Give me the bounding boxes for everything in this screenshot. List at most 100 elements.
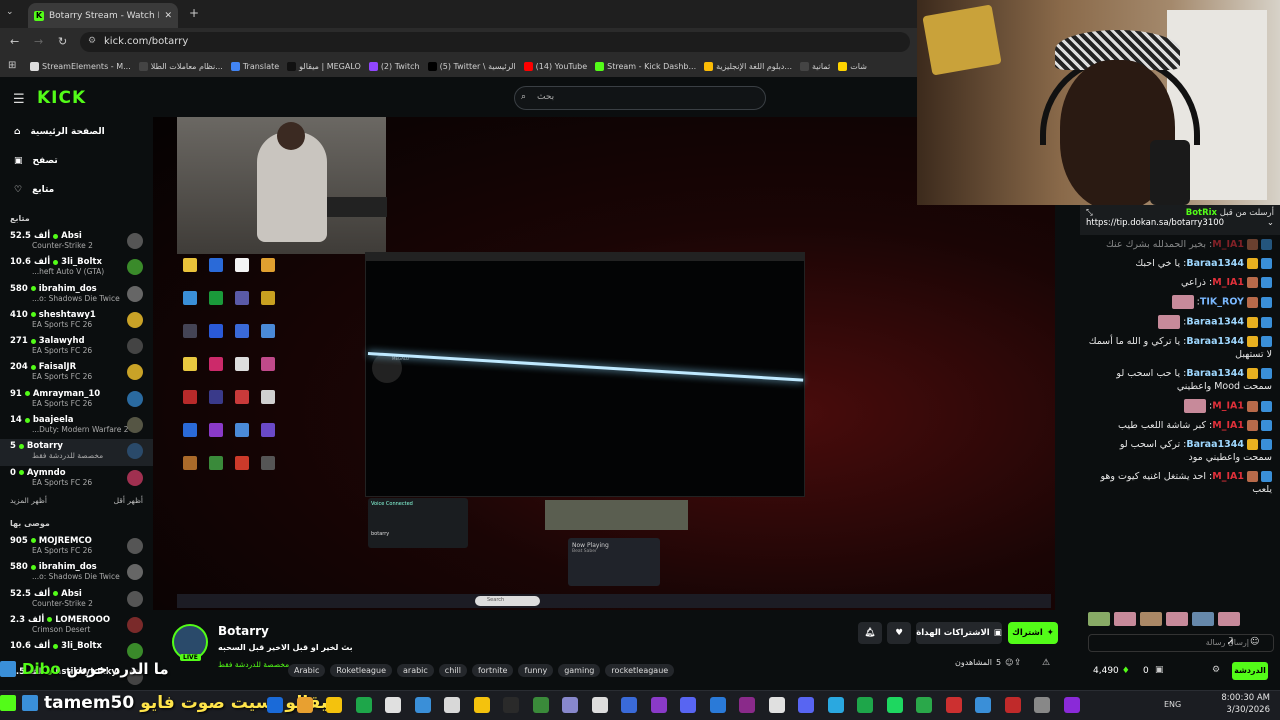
pinned-message[interactable]: ⤡ BotRix أرسلت من قبل https://tip.dokan.… xyxy=(1080,205,1280,235)
bookmark-item[interactable]: ميقالو | MEGALO xyxy=(287,62,361,71)
taskbar-app-icon[interactable] xyxy=(503,697,519,713)
follow-heart-button[interactable]: ♥ xyxy=(887,622,911,644)
taskbar-app-icon[interactable] xyxy=(355,697,372,713)
channel-item[interactable]: 91 Amrayman_10 EA Sports FC 26 xyxy=(0,387,153,413)
bookmark-item[interactable]: Translate xyxy=(230,62,279,71)
channel-item[interactable]: 10.6 ألف 3li_Boltx ...heft Auto V (GTA) xyxy=(0,255,153,281)
browser-tab[interactable]: K Botarry Stream - Watch Live on ✕ xyxy=(28,3,178,28)
bookmark-item[interactable]: دبلوم اللغة الإنجليزية... xyxy=(704,62,792,71)
channel-item[interactable]: 905 MOJREMCO EA Sports FC 26 xyxy=(0,534,153,560)
taskbar-app-icon[interactable] xyxy=(621,697,637,713)
settings-icon[interactable]: ⚙ xyxy=(1212,665,1220,675)
chat-username[interactable]: M_IA1 xyxy=(1212,420,1244,431)
language-indicator[interactable]: ENG xyxy=(1164,700,1181,709)
stream-tag[interactable]: Arabic xyxy=(288,664,326,677)
chat-username[interactable]: M_IA1 xyxy=(1212,471,1244,482)
report-icon[interactable]: ⚠ xyxy=(1042,658,1050,668)
url-field[interactable]: kick.com/botarry xyxy=(80,32,910,52)
taskbar-app-icon[interactable] xyxy=(798,697,814,713)
sidebar-nav-item[interactable]: ▣ تصفح xyxy=(0,146,153,175)
taskbar-app-icon[interactable] xyxy=(473,697,490,713)
emoji-icon[interactable]: ☺ xyxy=(1250,637,1259,647)
bookmark-item[interactable]: (5) Twitter \ الرئيسية xyxy=(427,62,516,71)
channel-item[interactable]: 580 ibrahim_dos ...o: Shadows Die Twice xyxy=(0,560,153,586)
bookmark-item[interactable]: شات xyxy=(838,62,867,71)
channel-item[interactable]: 0 Aymndo EA Sports FC 26 xyxy=(0,466,153,492)
show-less-link[interactable]: أظهر أقل xyxy=(114,496,143,505)
tab-list-icon[interactable]: ⌄ xyxy=(6,7,14,17)
chevron-down-icon[interactable]: ⌄ xyxy=(1267,218,1274,228)
taskbar-app-icon[interactable] xyxy=(532,697,549,713)
share-icon[interactable]: ⇪ xyxy=(1014,658,1022,668)
taskbar-app-icon[interactable] xyxy=(1034,697,1050,713)
chat-username[interactable]: Baraa1344 xyxy=(1186,336,1244,347)
forward-icon[interactable]: → xyxy=(34,35,43,48)
bookmark-item[interactable]: Stream - Kick Dashb... xyxy=(595,62,696,71)
chat-username[interactable]: TIK_ROY xyxy=(1200,297,1244,308)
taskbar-app-icon[interactable] xyxy=(296,697,313,713)
chat-username[interactable]: M_IA1 xyxy=(1212,401,1244,412)
stream-tag[interactable]: gaming xyxy=(558,664,601,677)
channel-item[interactable]: 2.3 ألف LOMEROOO Crimson Desert xyxy=(0,613,153,639)
chat-username[interactable]: Baraa1344 xyxy=(1186,439,1244,450)
bookmark-item[interactable]: (14) YouTube xyxy=(523,62,587,71)
taskbar-app-icon[interactable] xyxy=(709,697,726,713)
taskbar-app-icon[interactable] xyxy=(827,697,844,713)
taskbar-app-icon[interactable] xyxy=(591,697,608,713)
bookmark-item[interactable]: (2) Twitch xyxy=(368,62,420,71)
taskbar-app-icon[interactable] xyxy=(916,697,932,713)
apps-grid-icon[interactable]: ⊞ xyxy=(8,60,16,71)
tab-close-icon[interactable]: ✕ xyxy=(164,11,172,21)
chat-send-button[interactable]: الدردشة xyxy=(1232,662,1268,680)
notification-bell-button[interactable]: 🔔︎ xyxy=(858,622,882,644)
channel-item[interactable]: 14 baajeela ...Duty: Modern Warfare 2 xyxy=(0,413,153,439)
taskbar-app-icon[interactable] xyxy=(1004,697,1021,713)
taskbar-app-icon[interactable] xyxy=(650,697,667,713)
taskbar-app-icon[interactable] xyxy=(680,697,696,713)
channel-item[interactable]: 5 Botarry مخصصة للدردشة فقط xyxy=(0,439,153,466)
search-input[interactable]: بحث xyxy=(514,86,766,110)
streamer-name[interactable]: Botarry xyxy=(218,624,269,638)
taskbar-app-icon[interactable] xyxy=(414,697,431,713)
subscribe-button[interactable]: اشتراك ✦ xyxy=(1008,622,1058,644)
taskbar-app-icon[interactable] xyxy=(444,697,460,713)
taskbar-app-icon[interactable] xyxy=(768,697,785,713)
stream-tag[interactable]: arabic xyxy=(397,664,434,677)
new-tab-icon[interactable]: + xyxy=(189,6,199,20)
bookmark-item[interactable]: StreamElements - M... xyxy=(30,62,131,71)
bookmark-item[interactable]: نظام معاملات الطلا... xyxy=(138,62,223,71)
channel-item[interactable]: 410 sheshtawy1 EA Sports FC 26 xyxy=(0,308,153,334)
points-display[interactable]: 4,490 ♦ xyxy=(1093,666,1130,676)
taskbar-app-icon[interactable] xyxy=(857,697,873,713)
translate-icon[interactable]: Ꮨ xyxy=(1228,637,1233,647)
chat-username[interactable]: Baraa1344 xyxy=(1186,258,1244,269)
back-icon[interactable]: ← xyxy=(10,35,19,48)
sidebar-nav-item[interactable]: ♡ متابع xyxy=(0,175,153,204)
channel-item[interactable]: 52.5 ألف Absi Counter-Strike 2 xyxy=(0,587,153,613)
stream-tag[interactable]: fortnite xyxy=(471,664,514,677)
system-clock[interactable]: 8:00:30 AM 3/30/2026 xyxy=(1200,692,1270,716)
taskbar-app-icon[interactable] xyxy=(326,697,342,713)
reload-icon[interactable]: ↻ xyxy=(58,35,67,48)
taskbar-app-icon[interactable] xyxy=(739,697,755,713)
chat-username[interactable]: Baraa1344 xyxy=(1186,317,1244,328)
sidebar-nav-item[interactable]: ⌂ الصفحة الرئيسية xyxy=(0,117,153,146)
stream-tag[interactable]: funny xyxy=(518,664,554,677)
taskbar-app-icon[interactable] xyxy=(385,697,401,713)
kick-logo[interactable]: KICK xyxy=(37,88,86,108)
taskbar-app-icon[interactable] xyxy=(1063,697,1080,713)
gift-subs-button[interactable]: الاشتراكات الهداة ▣ xyxy=(916,622,1002,644)
channel-item[interactable]: 52.5 ألف Absi Counter-Strike 2 xyxy=(0,229,153,255)
channel-item[interactable]: 204 FaisalJR EA Sports FC 26 xyxy=(0,360,153,386)
taskbar-app-icon[interactable] xyxy=(945,697,962,713)
stream-tag[interactable]: chill xyxy=(438,664,467,677)
bookmark-item[interactable]: ثمانية xyxy=(800,62,830,71)
show-more-link[interactable]: أظهر المزيد xyxy=(10,496,47,505)
chat-username[interactable]: M_IA1 xyxy=(1212,239,1244,250)
collapse-icon[interactable]: ⤡ xyxy=(1086,208,1093,218)
pinned-link[interactable]: https://tip.dokan.sa/botarry3100 xyxy=(1086,218,1224,228)
menu-icon[interactable]: ☰ xyxy=(13,92,25,107)
chat-username[interactable]: M_IA1 xyxy=(1212,277,1244,288)
taskbar-app-icon[interactable] xyxy=(975,697,991,713)
channel-item[interactable]: 271 3alawyhd EA Sports FC 26 xyxy=(0,334,153,360)
